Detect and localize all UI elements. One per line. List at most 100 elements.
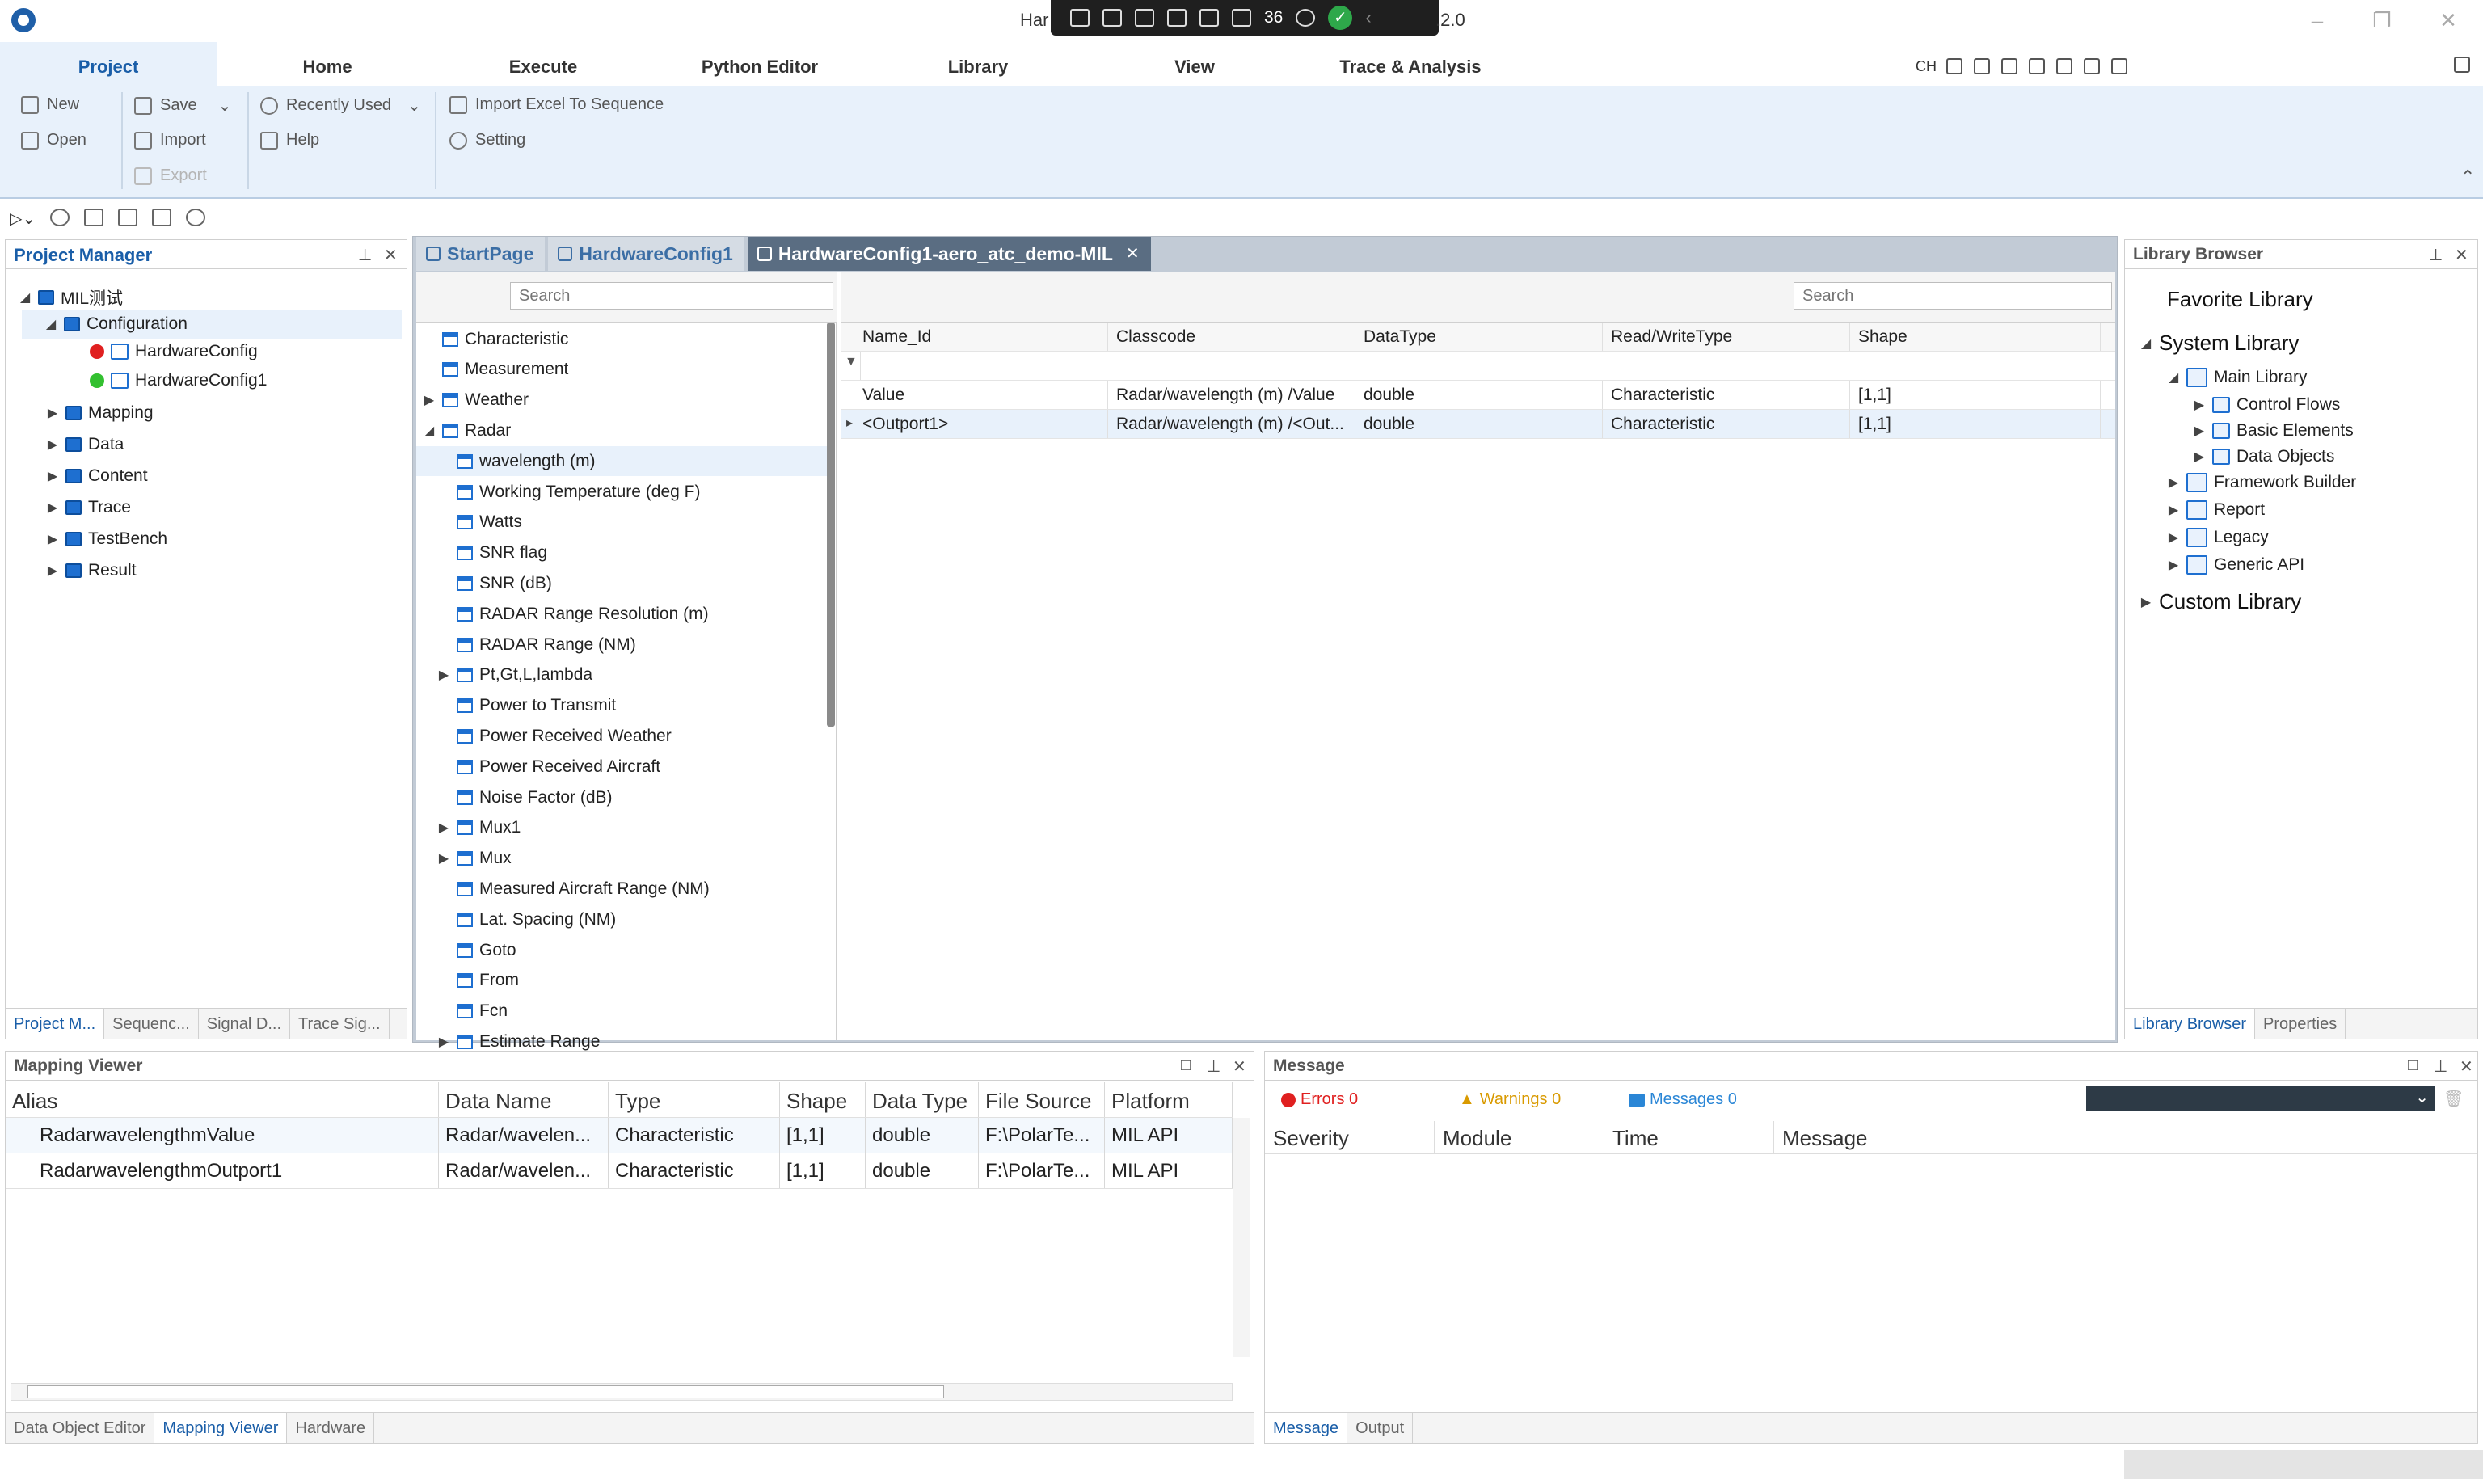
tab-library-browser[interactable]: Library Browser	[2125, 1009, 2256, 1039]
tab-hardware[interactable]: Hardware	[287, 1413, 375, 1443]
model-tree-item[interactable]: Noise Factor (dB)	[416, 782, 828, 812]
mapping-col-header[interactable]: File Source	[979, 1082, 1105, 1117]
mapping-cell[interactable]: RadarwavelengthmValue	[6, 1118, 439, 1153]
tab-output[interactable]: Output	[1347, 1413, 1414, 1443]
mapping-cell[interactable]: MIL API	[1105, 1153, 1233, 1188]
undo-icon[interactable]	[50, 209, 70, 226]
messages-filter[interactable]: Messages 0	[1629, 1090, 1737, 1109]
col-shape[interactable]: Shape	[1850, 323, 2101, 351]
library-item[interactable]: ▶ Control Flows	[2193, 395, 2341, 415]
model-tree-item[interactable]: SNR flag	[416, 538, 828, 568]
tree-root[interactable]: ◢ MIL测试	[19, 285, 123, 310]
grid-cell[interactable]: Characteristic	[1603, 381, 1850, 409]
chevron-down-icon[interactable]: ⌄	[2415, 1087, 2429, 1107]
library-item[interactable]: ▶ Framework Builder	[2167, 473, 2356, 492]
collapsed-icon[interactable]: ▶	[437, 850, 450, 866]
signal-grid-row[interactable]: Value Radar/wavelength (m) /Value double Ch…	[841, 381, 2115, 410]
tab-library[interactable]: Library	[930, 42, 1027, 86]
model-tree-item[interactable]: RADAR Range Resolution (m)	[416, 599, 828, 629]
model-tree-item[interactable]: wavelength (m)	[416, 446, 828, 477]
mapping-horizontal-scrollbar[interactable]	[11, 1383, 1233, 1401]
close-icon[interactable]: ✕	[2455, 245, 2468, 265]
tab-signal[interactable]: Signal D...	[199, 1009, 291, 1039]
select-tool-icon[interactable]: ▷⌄	[10, 209, 36, 228]
video-icon[interactable]	[1102, 9, 1122, 27]
mapping-cell[interactable]: double	[866, 1153, 979, 1188]
tree-item-mapping[interactable]: ▶ Mapping	[46, 403, 154, 423]
signal-grid-filter-row[interactable]: ▼	[841, 352, 2115, 381]
collapsed-icon[interactable]: ▶	[2193, 423, 2206, 439]
col-time[interactable]: Time	[1604, 1121, 1774, 1153]
collapsed-icon[interactable]: ▶	[2167, 557, 2180, 573]
model-tree-item[interactable]: ◢ Radar	[416, 415, 828, 445]
mapping-vertical-scrollbar[interactable]	[1233, 1118, 1250, 1357]
expand-row-icon[interactable]: ▸	[846, 415, 853, 431]
grid-cell[interactable]: Value	[841, 381, 1108, 409]
model-tree-item[interactable]: SNR (dB)	[416, 568, 828, 598]
language-indicator[interactable]: CH	[1916, 58, 1937, 75]
custom-library[interactable]: ▶ Custom Library	[2139, 589, 2301, 614]
collapse-ribbon-icon[interactable]: ⌃	[2460, 167, 2475, 188]
model-tree-item[interactable]: ▶ Mux1	[416, 813, 828, 843]
model-tree-item[interactable]: Characteristic	[416, 324, 828, 354]
tab-view[interactable]: View	[1148, 42, 1242, 86]
favorite-library[interactable]: Favorite Library	[2167, 287, 2313, 312]
ime-icon[interactable]	[2111, 58, 2127, 74]
mapping-cell[interactable]: [1,1]	[780, 1118, 866, 1153]
model-tree-item[interactable]: ▶ Mux	[416, 844, 828, 874]
region-capture-icon[interactable]	[1199, 9, 1219, 27]
model-tree-search-input[interactable]	[510, 282, 833, 310]
scrollbar-thumb[interactable]	[27, 1385, 944, 1398]
model-tree-item[interactable]: Power Received Aircraft	[416, 752, 828, 782]
tab-data-object-editor[interactable]: Data Object Editor	[6, 1413, 155, 1443]
library-item[interactable]: ▶ Data Objects	[2193, 447, 2335, 466]
col-rw-type[interactable]: Read/WriteType	[1603, 323, 1850, 351]
message-source-dropdown[interactable]: ⌄	[2086, 1086, 2435, 1111]
clear-icon[interactable]: 🗑	[2443, 1089, 2464, 1109]
model-tree-item[interactable]: Lat. Spacing (NM)	[416, 904, 828, 934]
tab-project[interactable]: Project	[0, 42, 217, 86]
model-tree-item[interactable]: From	[416, 966, 828, 996]
grid-cell[interactable]: Radar/wavelength (m) /<Out...	[1108, 410, 1355, 438]
ime-icon[interactable]	[2001, 58, 2017, 74]
ime-icon[interactable]	[2056, 58, 2072, 74]
mapping-cell[interactable]: [1,1]	[780, 1153, 866, 1188]
grid-cell[interactable]: Radar/wavelength (m) /Value	[1108, 381, 1355, 409]
check-icon[interactable]: ✓	[1328, 6, 1353, 30]
filter-icon[interactable]: ▼	[841, 352, 861, 380]
mapping-col-header[interactable]: Type	[609, 1082, 780, 1117]
pin-icon[interactable]: ⊥	[358, 245, 372, 265]
col-severity[interactable]: Severity	[1265, 1121, 1435, 1153]
collapsed-icon[interactable]: ▶	[2139, 594, 2152, 610]
tab-sequence[interactable]: Sequenc...	[104, 1009, 199, 1039]
mapping-cell[interactable]: Characteristic	[609, 1118, 780, 1153]
folder-icon[interactable]	[84, 209, 104, 226]
col-classcode[interactable]: Classcode	[1108, 323, 1355, 351]
mapping-col-header[interactable]: Data Name	[439, 1082, 609, 1117]
collapsed-icon[interactable]: ▶	[437, 667, 450, 683]
col-module[interactable]: Module	[1435, 1121, 1604, 1153]
tab-hardwareconfig1[interactable]: HardwareConfig1	[548, 237, 744, 271]
open-button[interactable]: Open	[21, 131, 86, 150]
model-tree-item[interactable]: Measurement	[416, 355, 828, 385]
mapping-row[interactable]: RadarwavelengthmOutport1 Radar/wavelen...…	[6, 1153, 1233, 1189]
collapsed-icon[interactable]: ▶	[437, 1034, 450, 1050]
collapsed-icon[interactable]: ▶	[2193, 397, 2206, 413]
grid-cell[interactable]: [1,1]	[1850, 381, 2101, 409]
tab-mapping-viewer[interactable]: Mapping Viewer	[154, 1413, 288, 1443]
col-name-id[interactable]: Name_Id	[841, 323, 1108, 351]
collapsed-icon[interactable]: ▶	[46, 436, 59, 453]
maximize-icon[interactable]: □	[1181, 1056, 1191, 1075]
accessibility-icon[interactable]	[1296, 9, 1316, 27]
screenshot-icon[interactable]	[1070, 9, 1090, 27]
tab-message[interactable]: Message	[1265, 1413, 1348, 1443]
tab-trace-signal[interactable]: Trace Sig...	[290, 1009, 390, 1039]
model-tree-item[interactable]: Power Received Weather	[416, 721, 828, 751]
mapping-cell[interactable]: RadarwavelengthmOutport1	[6, 1153, 439, 1188]
collapsed-icon[interactable]: ▶	[46, 468, 59, 484]
model-tree-item[interactable]: ▶ Weather	[416, 386, 828, 415]
setting-button[interactable]: Setting	[449, 131, 525, 150]
maximize-icon[interactable]: □	[2408, 1056, 2418, 1075]
mapping-cell[interactable]: MIL API	[1105, 1118, 1233, 1153]
pin-icon[interactable]: ⊥	[1207, 1056, 1220, 1077]
